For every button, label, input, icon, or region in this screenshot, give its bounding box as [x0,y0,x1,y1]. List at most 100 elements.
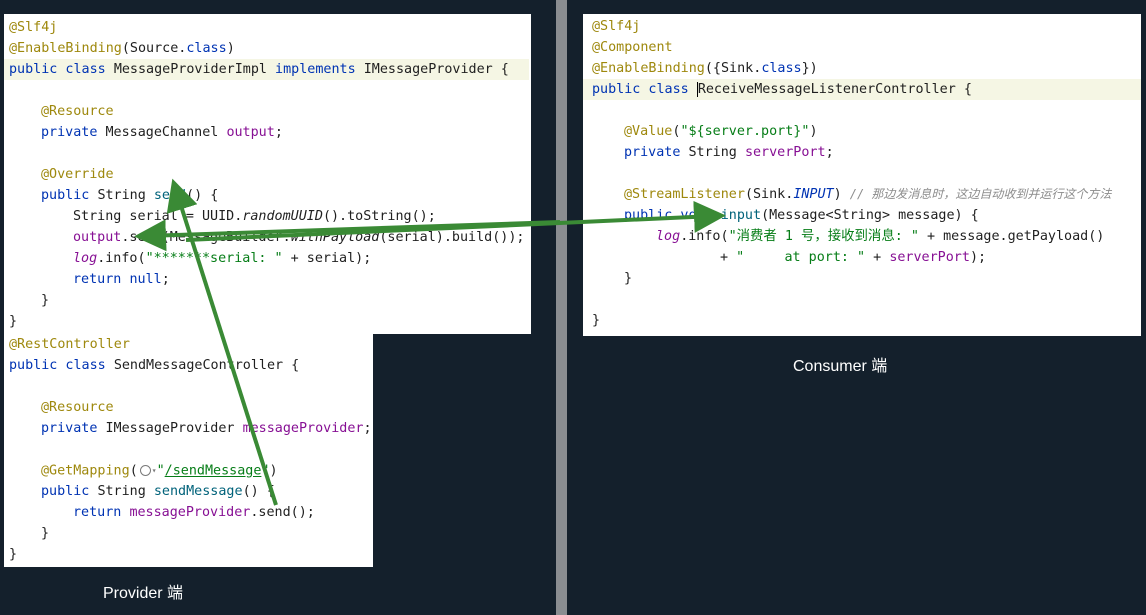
field: serverPort [744,145,826,160]
code-line: } [592,310,600,331]
annotation: @RestController [9,337,130,352]
keyword: private [41,421,106,436]
string-literal: " [156,463,165,479]
code-line: private MessageChannel output; [41,122,283,143]
code-text: }) [801,61,818,76]
code-text: ; [363,421,372,436]
code-line: } [9,311,17,332]
keyword: null [129,272,162,287]
code-text: ) [809,124,818,139]
annotation: @Override [41,167,114,182]
code-line: public class MessageProviderImpl impleme… [4,59,529,80]
code-line: @Value("${server.port}") [624,121,818,142]
code-line: @Resource [41,397,114,418]
code-line: private String serverPort; [624,142,834,163]
keyword: implements [267,62,364,77]
keyword: public [41,484,98,499]
keyword: public void [624,208,721,223]
code-text: + serial); [282,251,372,266]
code-line: @Resource [41,101,114,122]
keyword: public class [9,62,114,77]
send-method-name[interactable]: send [154,188,186,203]
code-line: } [9,544,17,565]
code-text: IMessageProvider [105,421,243,436]
code-text: () { [242,484,275,499]
globe-icon[interactable] [139,465,151,476]
code-text: ) [226,41,235,56]
code-line: @Slf4j [9,17,57,38]
input-method-name[interactable]: input [721,208,761,223]
class-name: MessageProviderImpl [113,62,267,77]
code-line: log.info("消费者 1 号，接收到消息: " + message.get… [656,226,1104,247]
field: messageProvider [129,505,251,520]
code-text: ) [269,463,278,479]
brace: } [41,293,50,308]
code-text: ); [969,250,987,265]
code-text: ; [825,145,834,160]
field: serverPort [889,250,970,265]
split-divider[interactable] [556,0,567,615]
class-name: SendMessageController { [113,358,300,373]
code-line: } [41,290,49,311]
annotation: @Slf4j [9,20,58,35]
code-text: .send(); [250,505,315,520]
field: messageProvider [242,421,364,436]
code-text: String [97,188,154,203]
code-text: ) [833,187,850,202]
code-line: return messageProvider.send(); [73,502,315,523]
code-line: public void input(Message<String> messag… [624,205,979,226]
code-line: @Slf4j [592,16,640,37]
send-message-method-name[interactable]: sendMessage [154,484,243,499]
class-name: ReceiveMessageListenerController { [697,82,972,97]
provider-caption: Provider 端 [103,585,184,602]
code-text: .send(MessageBuilder. [121,230,291,245]
code-line: public class SendMessageController { [9,355,299,376]
annotation: @StreamListener [624,187,745,202]
code-line: @Override [41,164,114,185]
keyword: class [761,61,802,76]
code-text: + message.getPayload() [918,229,1105,244]
annotation: @Component [592,40,673,55]
code-text: ; [161,272,170,287]
code-line: private IMessageProvider messageProvider… [41,418,372,439]
code-text: + [720,250,737,265]
brace: } [9,314,18,329]
keyword: return [73,272,130,287]
keyword: private [624,145,689,160]
code-text: () { [186,188,219,203]
keyword: public class [9,358,114,373]
brace: } [9,547,18,562]
send-controller-code-panel: @RestController public class SendMessage… [4,334,373,567]
code-line: String serial = UUID.randomUUID().toStri… [73,206,436,227]
code-line: @Component [592,37,673,58]
code-text: .info( [680,229,729,244]
code-line: output.send(MessageBuilder.withPayload(s… [73,227,525,248]
code-line: + " at port: " + serverPort); [720,247,986,268]
keyword: public class [592,82,697,97]
annotation: @Slf4j [592,19,641,34]
code-line: @EnableBinding({Sink.class}) [592,58,818,79]
code-text: (serial).build()); [379,230,525,245]
code-text: ().toString(); [322,209,436,224]
code-line: @EnableBinding(Source.class) [9,38,235,59]
field: log [656,229,681,244]
code-text: MessageChannel [105,125,227,140]
keyword: class [186,41,227,56]
annotation: @Resource [41,104,114,119]
code-line: @RestController [9,334,130,355]
brace: } [624,271,633,286]
code-text: ; [274,125,283,140]
send-message-url-link[interactable]: /sendMessage [165,464,262,479]
keyword: public [41,188,98,203]
string-literal: "${server.port}" [680,124,810,139]
static-method: withPayload [290,230,380,245]
keyword: return [73,505,130,520]
code-text: ({Sink. [704,61,762,76]
string-literal: " at port: " [736,250,866,265]
code-text: (Message<String> message) { [761,208,979,223]
provider-impl-code-panel: @Slf4j @EnableBinding(Source.class) publ… [4,14,531,334]
code-line: return null; [73,269,170,290]
consumer-caption: Consumer 端 [793,358,888,375]
string-literal: "消费者 1 号，接收到消息: " [728,229,919,244]
code-text: ( [129,463,138,479]
